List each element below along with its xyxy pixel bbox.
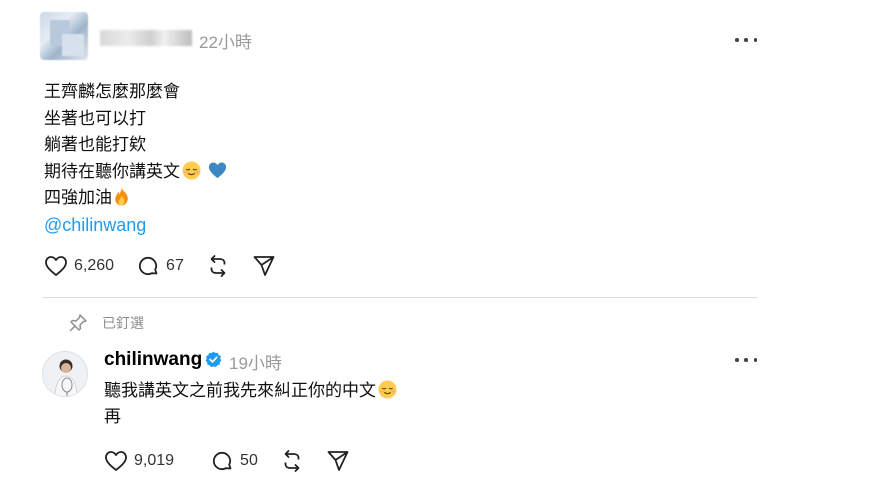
relieved-face-emoji-icon — [182, 160, 201, 180]
reply-timestamp[interactable]: 19小時 — [229, 349, 282, 374]
like-button[interactable]: 6,260 — [44, 255, 114, 277]
reply-repost-button[interactable] — [280, 449, 304, 473]
fire-emoji-icon — [115, 187, 128, 206]
pinned-indicator: 已釘選 — [68, 313, 144, 333]
reply-like-button[interactable]: 9,019 — [104, 450, 174, 472]
reply-body: 聽我講英文之前我先來糾正你的中文 再 — [104, 378, 397, 430]
verified-badge-icon — [205, 351, 222, 368]
post-line-text: 四強加油 — [44, 188, 112, 208]
reply-more-options-icon[interactable] — [735, 353, 757, 367]
reply-line-with-emoji: 聽我講英文之前我先來糾正你的中文 — [104, 378, 397, 404]
pinned-label: 已釘選 — [102, 316, 144, 332]
blue-heart-emoji-icon — [208, 162, 227, 178]
repost-icon — [210, 255, 226, 277]
reply-share-button[interactable] — [326, 449, 350, 473]
comment-button[interactable]: 67 — [136, 254, 184, 278]
thread-post: 22小時 王齊麟怎麼那麼會 坐著也可以打 躺著也能打欸 期待在聽你講英文 四強加… — [0, 0, 880, 298]
author-name-blurred[interactable] — [100, 30, 192, 46]
post-line-text: 期待在聽你講英文 — [44, 161, 180, 182]
mention-link[interactable]: @chilinwang — [44, 212, 227, 239]
share-button[interactable] — [252, 254, 276, 278]
send-icon — [253, 256, 275, 276]
post-timestamp[interactable]: 22小時 — [199, 28, 252, 53]
reply-comment-button[interactable]: 50 — [210, 449, 258, 473]
reply-author-name[interactable]: chilinwang — [104, 349, 202, 371]
comment-icon — [212, 451, 232, 471]
send-icon — [327, 451, 349, 471]
pin-icon — [69, 314, 87, 332]
post-action-bar: 6,260 67 — [44, 254, 298, 278]
relieved-face-emoji-icon — [378, 380, 397, 399]
thread-divider — [42, 297, 758, 298]
post-line: 王齊麟怎麼那麼會 — [44, 82, 180, 102]
post-line: 坐著也可以打 — [44, 108, 146, 129]
reply-comment-count: 50 — [240, 452, 258, 469]
repost-button[interactable] — [206, 254, 230, 278]
post-line-with-emoji: 四強加油 — [44, 185, 227, 212]
post-line-with-emoji: 期待在聽你講英文 — [44, 159, 227, 186]
post-line: 躺著也能打欸 — [44, 135, 146, 155]
reply-action-bar: 9,019 50 — [104, 449, 372, 473]
reply-author-avatar[interactable] — [42, 351, 88, 397]
heart-icon — [45, 256, 67, 276]
reply-line-text: 聽我講英文之前我先來糾正你的中文 — [104, 381, 376, 401]
reply-like-count: 9,019 — [134, 452, 175, 469]
more-options-icon[interactable] — [735, 33, 757, 47]
like-count: 6,260 — [74, 257, 115, 274]
post-body: 王齊麟怎麼那麼會 坐著也可以打 躺著也能打欸 期待在聽你講英文 四強加油 @ch… — [44, 79, 227, 238]
player-photo-icon — [43, 352, 87, 396]
author-avatar-blurred[interactable] — [40, 12, 88, 60]
comment-icon — [138, 256, 158, 276]
reply-line: 再 — [104, 407, 121, 427]
comment-count: 67 — [166, 257, 184, 274]
repost-icon — [284, 450, 300, 472]
heart-icon — [105, 451, 127, 471]
